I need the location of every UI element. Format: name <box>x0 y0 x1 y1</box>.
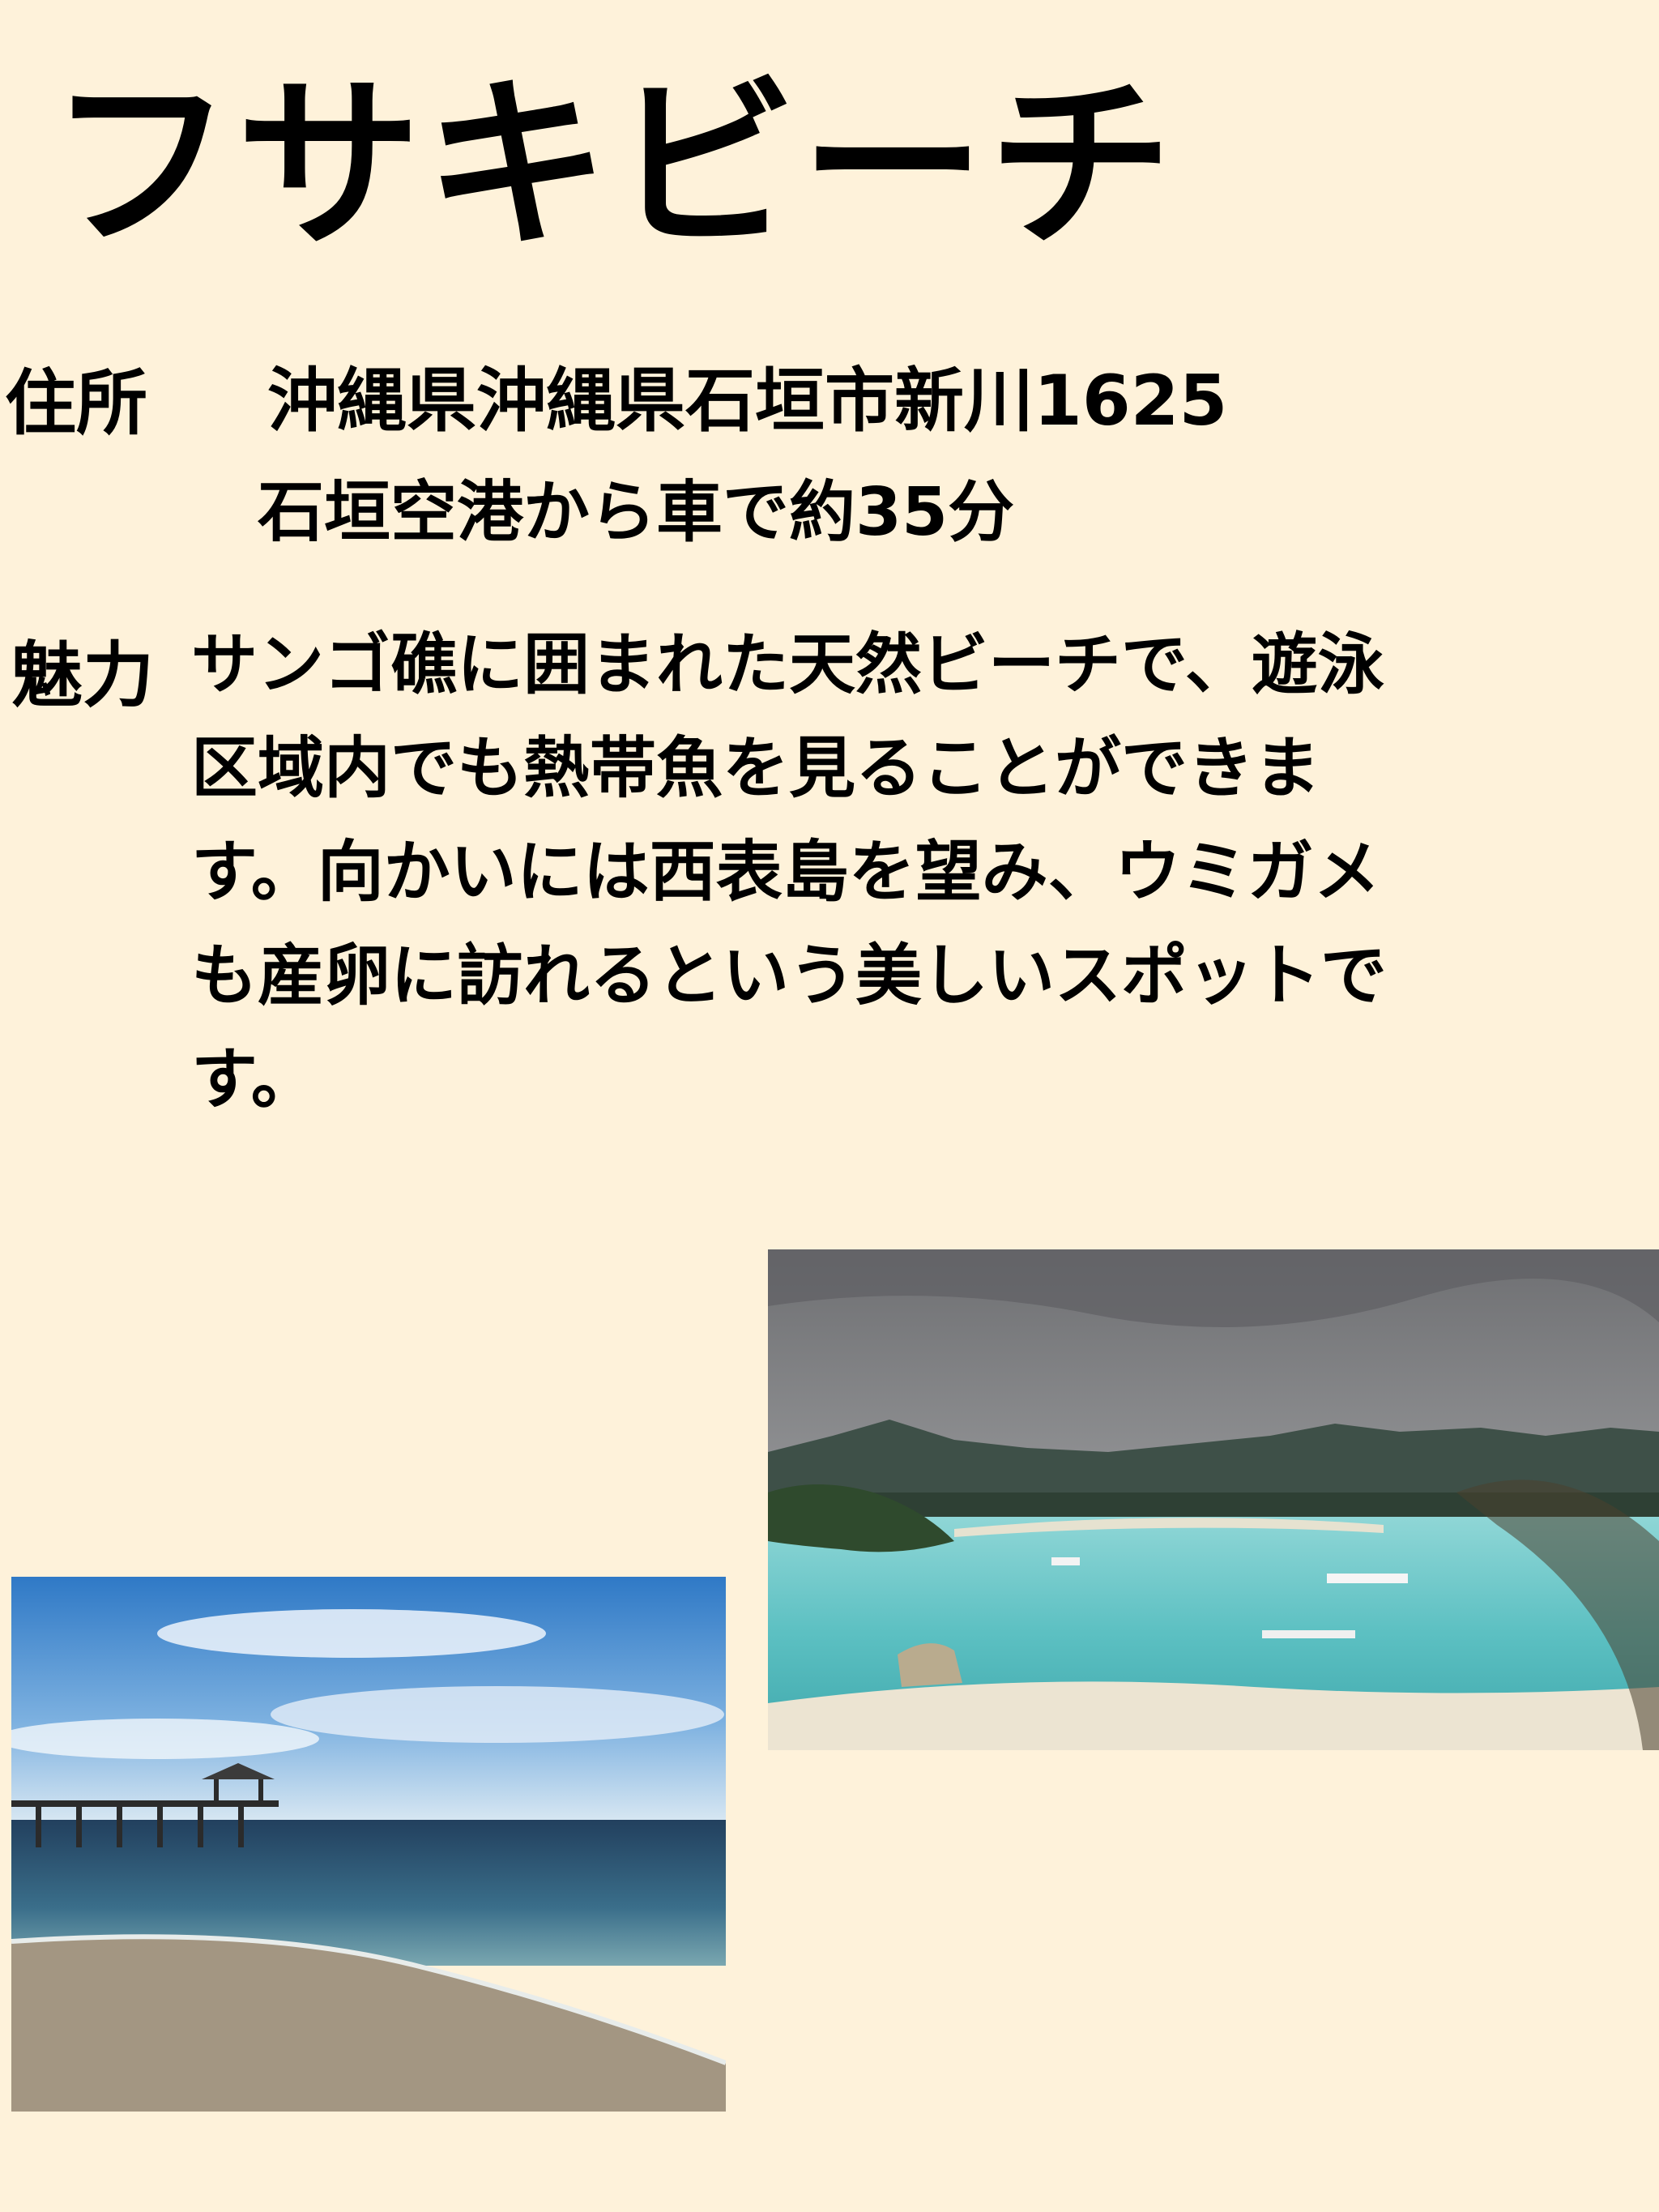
bay-with-boats-photo <box>768 1249 1659 1750</box>
pier-beach-photo <box>11 1577 726 2112</box>
charm-line: も産卵に訪れるという美しいスポットで <box>191 937 1388 1014</box>
charm-line: す。向かいには西表島を望み、ウミガメ <box>191 834 1380 911</box>
address-label: 住所 <box>5 361 148 445</box>
charm-line: 区域内でも熱帯魚を見ることができま <box>191 730 1321 807</box>
charm-line: サンゴ礁に囲まれた天然ビーチで、遊泳 <box>191 626 1384 703</box>
charm-description: サンゴ礁に囲まれた天然ビーチで、遊泳 区域内でも熱帯魚を見ることができま す。向… <box>191 632 1649 1151</box>
page-title: フサキビーチ <box>49 58 1176 273</box>
access-info: 石垣空港から車で約35分 <box>258 474 1015 551</box>
charm-line: す。 <box>191 1041 318 1118</box>
charm-label: 魅力 <box>11 634 155 717</box>
address-value: 沖縄県沖縄県石垣市新川1625 <box>267 361 1228 442</box>
